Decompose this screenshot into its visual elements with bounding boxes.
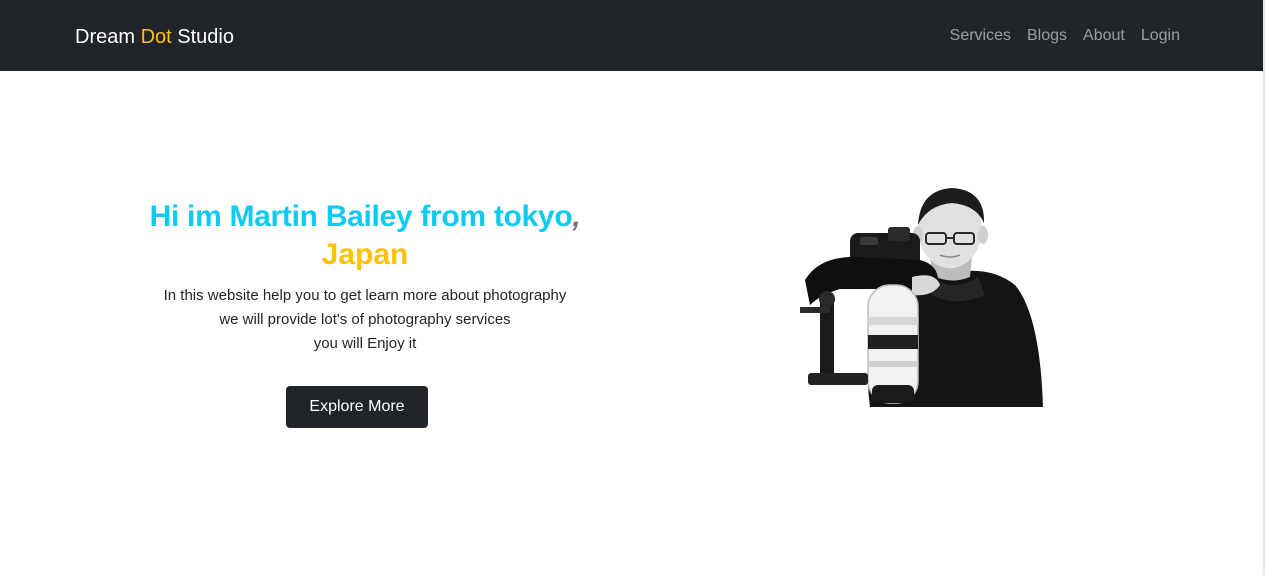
hero-title-text: Hi im Martin Bailey from tokyo [149,200,573,233]
brand-logo-link[interactable]: Dream Dot Studio [75,24,234,50]
hero-desc-line-3: you will Enjoy it [313,335,417,352]
hero-desc-line-2: we will provide lot's of photography ser… [219,311,511,328]
brand-part-2: Studio [171,26,234,48]
nav-link-login[interactable]: Login [1141,25,1180,47]
nav-link-about[interactable]: About [1083,25,1125,47]
top-navbar: Dream Dot Studio Services Blogs About Lo… [0,0,1263,71]
hero-title: Hi im Martin Bailey from tokyo, [130,198,600,236]
hero-title-comma: , [572,200,581,233]
explore-more-button[interactable]: Explore More [286,386,428,428]
nav-links: Services Blogs About Login [950,25,1180,47]
nav-link-services[interactable]: Services [950,25,1011,47]
hero-description: In this website help you to get learn mo… [130,284,600,356]
nav-link-blogs[interactable]: Blogs [1027,25,1067,47]
brand-part-1: Dream [75,26,141,48]
brand-accent: Dot [140,26,172,48]
photographer-photo [800,188,1043,407]
hero-section: Hi im Martin Bailey from tokyo, Japan In… [130,198,600,356]
hero-subtitle: Japan [321,238,409,271]
hero-desc-line-1: In this website help you to get learn mo… [163,287,567,304]
